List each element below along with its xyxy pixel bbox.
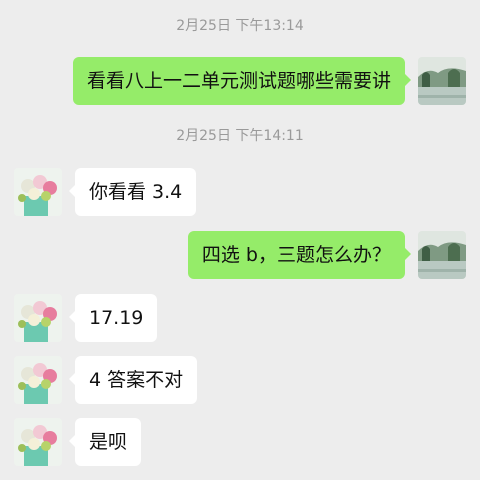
timestamp: 2月25日 下午14:11 (176, 128, 304, 144)
message-bubble-outgoing[interactable]: 四选 b，三题怎么办？ (187, 231, 412, 279)
flower-avatar-icon[interactable] (14, 168, 62, 216)
landscape-avatar-icon[interactable] (418, 57, 466, 105)
message-bubble-incoming[interactable]: 是呗 (68, 418, 142, 466)
message-bubble-incoming[interactable]: 4 答案不对 (68, 356, 198, 404)
flower-avatar-icon[interactable] (14, 294, 62, 342)
flower-avatar-icon[interactable] (14, 356, 62, 404)
message-bubble-outgoing[interactable]: 看看八上一二单元测试题哪些需要讲 (72, 57, 412, 105)
timestamp: 2月25日 下午13:14 (176, 18, 304, 34)
landscape-avatar-icon[interactable] (418, 231, 466, 279)
flower-avatar-icon[interactable] (14, 418, 62, 466)
message-bubble-incoming[interactable]: 17.19 (68, 294, 158, 342)
message-bubble-incoming[interactable]: 你看看 3.4 (68, 168, 197, 216)
